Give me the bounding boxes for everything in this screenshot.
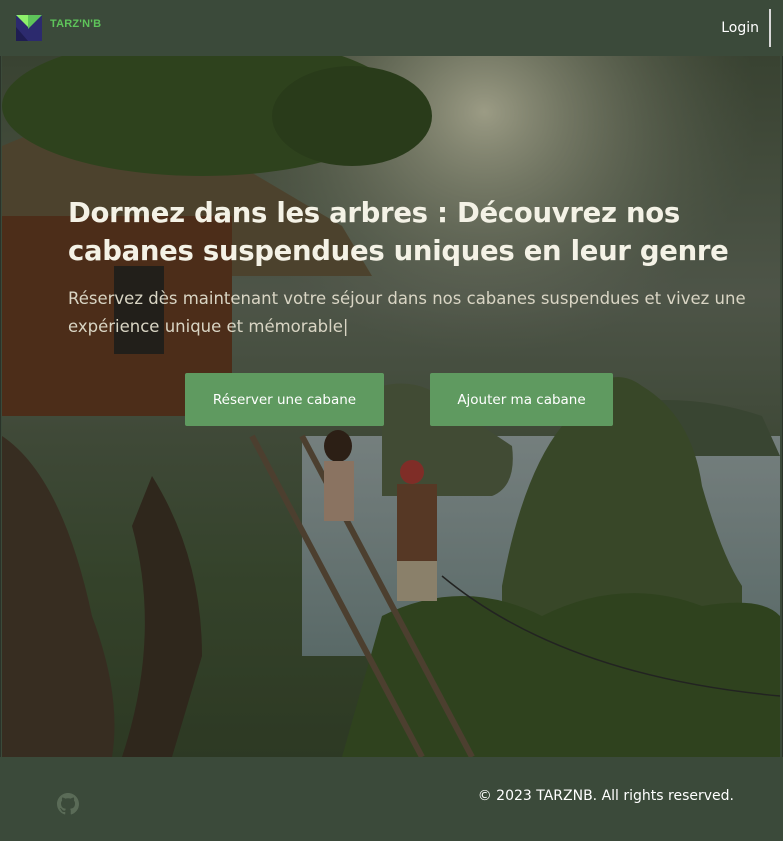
hero-subtitle: Réservez dès maintenant votre séjour dan…	[68, 285, 758, 341]
hero-text: Dormez dans les arbres : Découvrez nos c…	[68, 194, 758, 341]
top-navbar: TARZ'N'B Login	[0, 0, 783, 56]
github-icon[interactable]	[57, 793, 79, 815]
hero-title: Dormez dans les arbres : Découvrez nos c…	[68, 197, 729, 267]
login-link[interactable]: Login	[721, 9, 771, 47]
hero-section: Dormez dans les arbres : Découvrez nos c…	[2, 56, 780, 757]
logo-icon	[16, 15, 42, 41]
cta-buttons: Réserver une cabane Ajouter ma cabane	[185, 373, 613, 426]
typing-cursor: |	[342, 317, 349, 336]
brand[interactable]: TARZ'N'B	[14, 13, 101, 43]
brand-name: TARZ'N'B	[50, 18, 102, 30]
reserve-cabin-button[interactable]: Réserver une cabane	[185, 373, 384, 426]
copyright-text: © 2023 TARZNB. All rights reserved.	[477, 788, 734, 804]
hero-subtitle-text: Réservez dès maintenant votre séjour dan…	[68, 289, 746, 336]
footer: © 2023 TARZNB. All rights reserved.	[0, 757, 783, 841]
add-cabin-button[interactable]: Ajouter ma cabane	[430, 373, 613, 426]
